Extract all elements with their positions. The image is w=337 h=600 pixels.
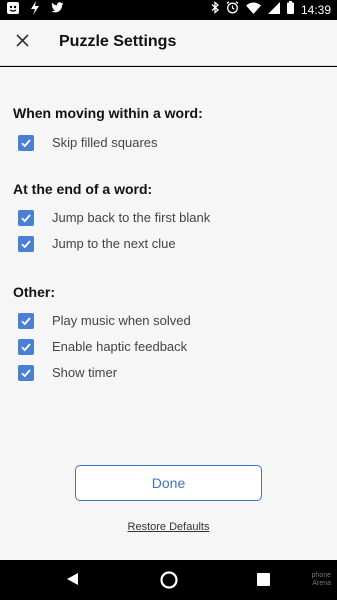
section-title-other: Other:: [13, 284, 55, 300]
page-title: Puzzle Settings: [59, 33, 177, 50]
navigation-bar: phone Arena: [0, 560, 337, 600]
done-button[interactable]: Done: [75, 465, 262, 501]
option-play-music[interactable]: Play music when solved: [18, 312, 191, 330]
watermark-line2: Arena: [312, 580, 331, 587]
watermark: phone Arena: [312, 572, 331, 588]
option-skip-filled-squares[interactable]: Skip filled squares: [18, 134, 158, 152]
recents-icon[interactable]: [257, 573, 270, 586]
check-icon: [21, 343, 31, 352]
option-label: Show timer: [52, 365, 118, 380]
wifi-icon: [245, 1, 261, 19]
signal-icon: [267, 1, 280, 19]
option-label: Jump to the next clue: [52, 236, 176, 251]
status-left-icons: [6, 0, 64, 20]
option-label: Jump back to the first blank: [52, 210, 211, 225]
close-icon: [15, 34, 29, 52]
bluetooth-icon: [211, 1, 219, 19]
option-label: Skip filled squares: [52, 135, 158, 150]
option-jump-first-blank[interactable]: Jump back to the first blank: [18, 209, 210, 227]
settings-content: When moving within a word: Skip filled s…: [0, 67, 337, 560]
status-time: 14:39: [300, 3, 331, 17]
battery-icon: [286, 1, 294, 19]
checkbox[interactable]: [18, 135, 34, 151]
checkbox[interactable]: [18, 236, 34, 252]
home-icon[interactable]: [159, 570, 179, 590]
alarm-icon: [226, 1, 239, 19]
option-label: Enable haptic feedback: [52, 339, 188, 354]
option-jump-next-clue[interactable]: Jump to the next clue: [18, 235, 176, 253]
back-icon[interactable]: [66, 572, 79, 591]
check-icon: [21, 317, 31, 326]
checkbox[interactable]: [18, 210, 34, 226]
check-icon: [21, 240, 31, 249]
check-icon: [21, 369, 31, 378]
status-bar: 14:39: [0, 0, 337, 20]
checkbox[interactable]: [18, 313, 34, 329]
checkbox[interactable]: [18, 339, 34, 355]
flash-icon: [30, 0, 40, 20]
option-haptic-feedback[interactable]: Enable haptic feedback: [18, 338, 187, 356]
notification-icon: [6, 1, 20, 20]
option-label: Play music when solved: [52, 313, 191, 328]
option-show-timer[interactable]: Show timer: [18, 364, 117, 382]
checkbox[interactable]: [18, 365, 34, 381]
close-button[interactable]: [10, 31, 34, 55]
restore-defaults-link[interactable]: Restore Defaults: [0, 521, 337, 533]
app-bar: Puzzle Settings: [0, 20, 337, 66]
status-right-icons: 14:39: [211, 1, 331, 19]
section-title-within-word: When moving within a word:: [13, 105, 203, 121]
check-icon: [21, 214, 31, 223]
twitter-icon: [50, 1, 64, 19]
watermark-line1: phone: [311, 572, 331, 579]
section-title-end-of-word: At the end of a word:: [13, 181, 153, 197]
check-icon: [21, 139, 31, 148]
